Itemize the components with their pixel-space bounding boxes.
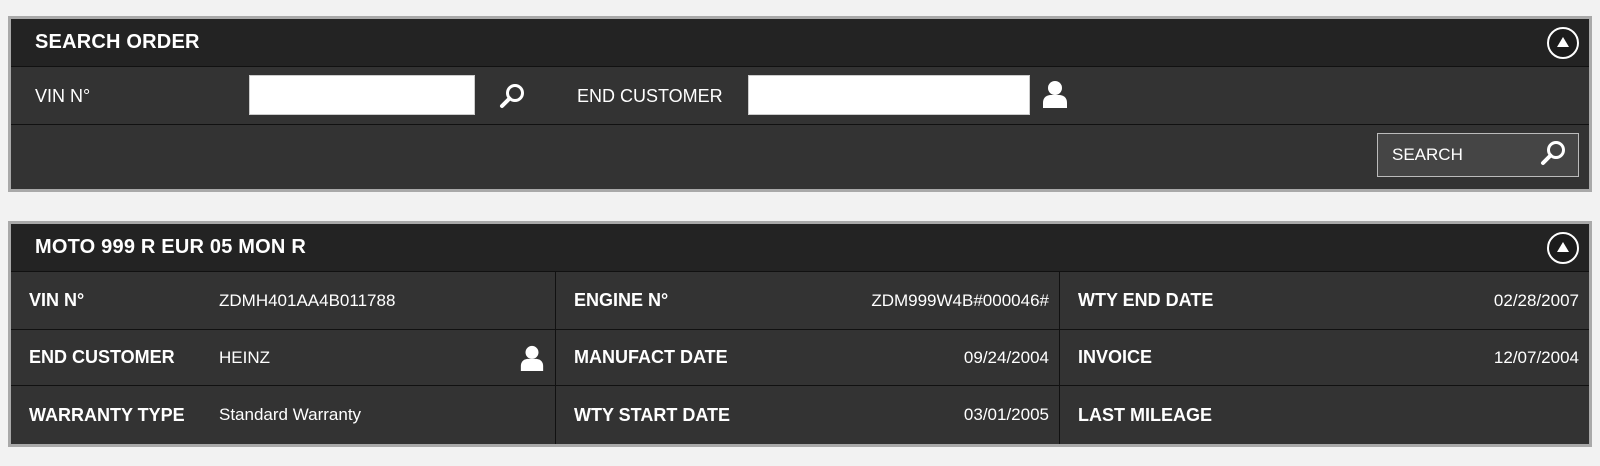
- end-customer-value: HEINZ: [219, 347, 270, 367]
- end-customer-cell: END CUSTOMER HEINZ: [11, 330, 556, 386]
- vin-cell: VIN N° ZDMH401AA4B011788: [11, 272, 556, 330]
- warranty-type-label: WARRANTY TYPE: [29, 404, 185, 425]
- manufact-date-cell: MANUFACT DATE 09/24/2004: [556, 330, 1060, 386]
- vehicle-detail-header: MOTO 999 R EUR 05 MON R: [11, 224, 1589, 272]
- search-fields-row: VIN N° END CUSTOMER: [11, 67, 1589, 125]
- last-mileage-label: LAST MILEAGE: [1078, 404, 1212, 425]
- vin-value: ZDMH401AA4B011788: [219, 290, 396, 310]
- magnifier-icon: [1540, 139, 1568, 172]
- vin-label: VIN N°: [35, 86, 91, 106]
- search-button[interactable]: SEARCH: [1377, 133, 1579, 177]
- search-button-label: SEARCH: [1392, 145, 1463, 164]
- wty-start-date-value: 03/01/2005: [963, 405, 1049, 424]
- magnifier-icon[interactable]: [499, 82, 527, 115]
- wty-end-date-label: WTY END DATE: [1078, 290, 1214, 310]
- warranty-type-value: Standard Warranty: [219, 405, 362, 424]
- manufact-date-value: 09/24/2004: [963, 347, 1049, 367]
- vin-label: VIN N°: [29, 290, 85, 310]
- wty-end-date-cell: WTY END DATE 02/28/2007: [1060, 272, 1589, 330]
- vehicle-detail-panel: MOTO 999 R EUR 05 MON R VIN N° ZDMH401AA…: [8, 221, 1592, 447]
- invoice-value: 12/07/2004: [1493, 347, 1579, 367]
- search-action-row: SEARCH: [11, 125, 1589, 187]
- vin-input[interactable]: [249, 75, 475, 115]
- person-icon[interactable]: [1041, 79, 1069, 114]
- collapse-up-icon[interactable]: [1547, 26, 1579, 59]
- search-order-title: SEARCH ORDER: [35, 31, 200, 53]
- wty-start-date-label: WTY START DATE: [574, 404, 730, 425]
- engine-cell: ENGINE N° ZDM999W4B#000046#: [556, 272, 1060, 330]
- invoice-cell: INVOICE 12/07/2004: [1060, 330, 1589, 386]
- wty-end-date-value: 02/28/2007: [1493, 290, 1579, 310]
- engine-value: ZDM999W4B#000046#: [871, 290, 1049, 310]
- end-customer-label: END CUSTOMER: [29, 347, 175, 367]
- search-order-panel: SEARCH ORDER VIN N° END CUSTOMER SEARCH: [8, 16, 1592, 192]
- person-icon[interactable]: [519, 344, 545, 377]
- warranty-type-cell: WARRANTY TYPE Standard Warranty: [11, 386, 556, 444]
- search-order-header: SEARCH ORDER: [11, 19, 1589, 67]
- collapse-up-icon[interactable]: [1547, 231, 1579, 264]
- vehicle-model-title: MOTO 999 R EUR 05 MON R: [35, 236, 306, 258]
- last-mileage-cell: LAST MILEAGE: [1060, 386, 1589, 444]
- vehicle-detail-grid: VIN N° ZDMH401AA4B011788 ENGINE N° ZDM99…: [11, 272, 1589, 444]
- end-customer-label: END CUSTOMER: [577, 86, 723, 106]
- engine-label: ENGINE N°: [574, 290, 669, 310]
- wty-start-date-cell: WTY START DATE 03/01/2005: [556, 386, 1060, 444]
- manufact-date-label: MANUFACT DATE: [574, 347, 728, 367]
- invoice-label: INVOICE: [1078, 347, 1153, 367]
- end-customer-input[interactable]: [748, 75, 1030, 115]
